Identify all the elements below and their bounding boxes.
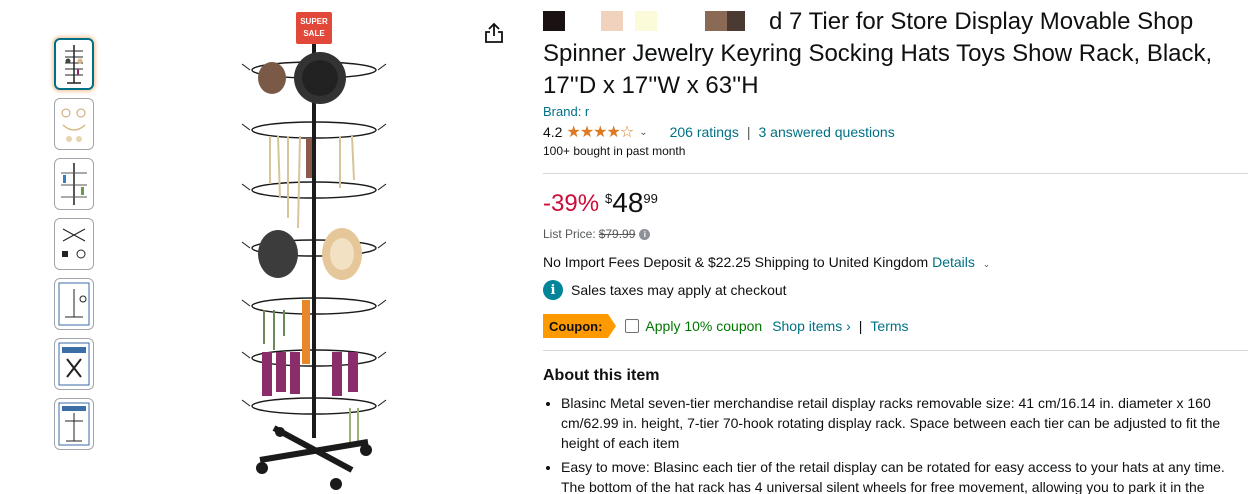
thumbnail-3[interactable] — [54, 158, 94, 210]
thumbnail-5[interactable] — [54, 278, 94, 330]
discount-percent: -39% — [543, 190, 600, 217]
coupon-row: Coupon: Apply 10% coupon Shop items › | … — [543, 314, 1250, 338]
feature-bullet: Blasinc Metal seven-tier merchandise ret… — [561, 393, 1245, 453]
info-icon[interactable]: i — [639, 228, 651, 240]
redacted-block — [565, 11, 601, 31]
thumbnail-7[interactable] — [54, 398, 94, 450]
assembly-thumb-icon — [58, 282, 90, 326]
info-circle-icon[interactable]: i — [543, 280, 563, 300]
price-fraction: 99 — [643, 191, 658, 206]
thumbnail-4[interactable] — [54, 218, 94, 270]
thumbnail-6[interactable] — [54, 338, 94, 390]
redacted-block — [543, 11, 565, 31]
parts-thumb-icon — [62, 228, 86, 259]
coupon-badge: Coupon: — [543, 314, 617, 338]
tax-notice: i Sales taxes may apply at checkout — [543, 280, 1250, 300]
shop-items-link[interactable]: Shop items › — [772, 318, 851, 334]
tax-text: Sales taxes may apply at checkout — [571, 282, 787, 298]
thumbnail-1[interactable] — [54, 38, 94, 90]
price-whole: 48 — [612, 187, 644, 218]
about-heading: About this item — [543, 367, 660, 384]
ratings-link[interactable]: 206 ratings — [670, 124, 739, 140]
brand-link[interactable]: Brand: r — [543, 104, 1250, 122]
redacted-block — [705, 11, 727, 31]
coupon-checkbox[interactable] — [625, 319, 640, 333]
sale-sign-line-2: SALE — [303, 29, 325, 38]
star-rating-icon[interactable]: ★★★★☆ — [566, 122, 634, 142]
thumbnail-strip — [54, 38, 96, 458]
shipping-details-link[interactable]: Details — [932, 254, 975, 270]
list-price: List Price: $79.99 i — [543, 226, 1250, 242]
feature-bullet: Easy to move: Blasinc each tier of the r… — [561, 457, 1245, 494]
redacted-block — [657, 11, 705, 31]
separator: | — [858, 318, 863, 334]
price-currency: $ — [605, 191, 613, 206]
apply-coupon-label[interactable]: Apply 10% coupon — [645, 318, 762, 334]
list-price-label: List Price: — [543, 227, 596, 241]
chevron-down-icon[interactable]: ⌄ — [639, 127, 647, 138]
display-rack-image: SUPER SALE — [241, 12, 387, 490]
redacted-block — [635, 11, 657, 31]
separator: | — [746, 124, 751, 140]
divider — [543, 350, 1248, 351]
share-icon[interactable] — [484, 22, 504, 44]
title-block: d 7 Tier for Store Display Movable Shop … — [543, 0, 1250, 102]
thumbnail-2[interactable] — [54, 98, 94, 150]
chevron-down-icon[interactable]: ⌄ — [983, 259, 991, 269]
redacted-block — [727, 11, 745, 31]
rating-value: 4.2 — [543, 124, 563, 140]
sale-sign-line-1: SUPER — [300, 17, 328, 26]
main-product-image[interactable]: SUPER SALE — [240, 8, 390, 494]
feature-bullets: Blasinc Metal seven-tier merchandise ret… — [543, 393, 1245, 494]
rack-thumb-icon — [65, 45, 83, 84]
price-block: -39% $ 48 99 — [543, 188, 1250, 218]
shipping-info: No Import Fees Deposit & $22.25 Shipping… — [543, 254, 1250, 274]
redacted-block — [623, 11, 635, 31]
shipping-text: No Import Fees Deposit & $22.25 Shipping… — [543, 254, 929, 270]
jewelry-thumb-icon — [61, 108, 86, 142]
wheels-thumb-icon — [58, 342, 90, 386]
rack-detail-thumb-icon — [61, 163, 87, 205]
answered-questions-link[interactable]: 3 answered questions — [759, 124, 895, 140]
product-info-panel: d 7 Tier for Store Display Movable Shop … — [543, 0, 1250, 494]
product-title[interactable]: d 7 Tier for Store Display Movable Shop … — [543, 0, 1243, 102]
list-price-value: $79.99 — [598, 227, 636, 241]
redacted-block — [601, 11, 623, 31]
terms-link[interactable]: Terms — [870, 318, 908, 334]
bought-count: 100+ bought in past month — [543, 144, 686, 158]
redacted-block — [745, 11, 769, 31]
divider — [543, 173, 1248, 174]
dimensions-thumb-icon — [58, 402, 90, 446]
rating-row: 4.2 ★★★★☆ ⌄ 206 ratings | 3 answered que… — [543, 122, 1250, 142]
